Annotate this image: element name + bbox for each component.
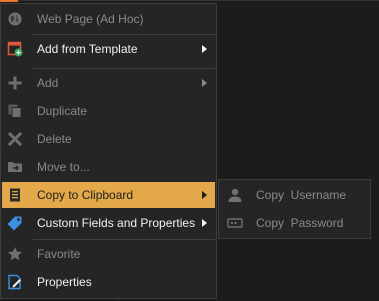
menu-item-properties[interactable]: Properties (2, 269, 215, 295)
menu-item-favorite[interactable]: Favorite (2, 241, 215, 267)
menu-item-add-from-template[interactable]: Add from Template (2, 36, 215, 62)
star-icon (7, 246, 23, 262)
menu-item-label: Duplicate (37, 104, 88, 118)
menu-separator (33, 239, 215, 240)
menu-item-label: Properties (37, 275, 92, 289)
context-menu: Web Page (Ad Hoc) Add from Template Add (0, 3, 217, 299)
menu-item-web-page-ad-hoc[interactable]: Web Page (Ad Hoc) (2, 6, 215, 32)
copy-to-clipboard-submenu: Copy Username Copy Password (218, 179, 371, 239)
submenu-item-copy-password[interactable]: Copy Password (220, 210, 369, 236)
submenu-item-label: Copy Username (256, 188, 347, 202)
password-icon (227, 215, 243, 231)
menu-item-duplicate[interactable]: Duplicate (2, 98, 215, 124)
top-accent-bar (0, 0, 18, 2)
delete-x-icon (7, 131, 23, 147)
submenu-item-copy-username[interactable]: Copy Username (220, 182, 369, 208)
plus-icon (7, 75, 23, 91)
menu-item-copy-to-clipboard[interactable]: Copy to Clipboard (2, 182, 215, 208)
menu-item-custom-fields-and-properties[interactable]: Custom Fields and Properties (2, 210, 215, 236)
clipboard-icon (7, 187, 23, 203)
menu-item-label: Copy to Clipboard (37, 188, 134, 202)
submenu-arrow-icon (202, 191, 207, 199)
user-icon (227, 187, 243, 203)
add-template-icon (7, 41, 23, 57)
menu-item-label: Custom Fields and Properties (37, 216, 196, 230)
submenu-arrow-icon (202, 219, 207, 227)
menu-item-label: Delete (37, 132, 72, 146)
globe-icon (7, 11, 23, 27)
menu-separator (33, 34, 215, 35)
menu-item-label: Web Page (Ad Hoc) (37, 12, 144, 26)
duplicate-icon (7, 103, 23, 119)
menu-item-add[interactable]: Add (2, 70, 215, 96)
menu-item-label: Add from Template (37, 42, 138, 56)
move-folder-icon (7, 159, 23, 175)
tag-icon (7, 215, 23, 231)
menu-item-label: Move to... (37, 160, 90, 174)
menu-item-delete[interactable]: Delete (2, 126, 215, 152)
menu-separator (33, 68, 215, 69)
properties-icon (7, 274, 23, 290)
menu-item-move-to[interactable]: Move to... (2, 154, 215, 180)
top-border-line (18, 0, 379, 1)
submenu-arrow-icon (202, 45, 207, 53)
menu-item-label: Add (37, 76, 59, 90)
submenu-arrow-icon (202, 79, 207, 87)
menu-item-label: Favorite (37, 247, 81, 261)
submenu-item-label: Copy Password (256, 216, 344, 230)
